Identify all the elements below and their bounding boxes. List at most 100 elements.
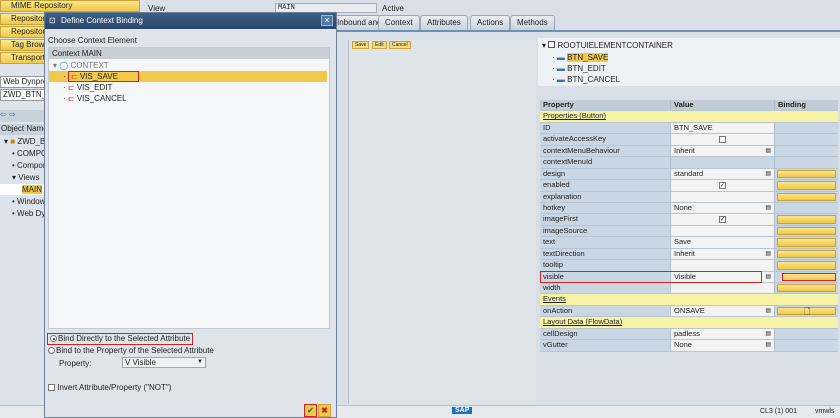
property-value[interactable]: ONSAVE [674, 306, 705, 315]
property-section[interactable]: Properties (Button) [540, 111, 838, 123]
property-value-cell[interactable] [671, 260, 775, 271]
value-help-icon[interactable]: ▤ [765, 169, 771, 180]
value-help-icon[interactable]: ▤ [765, 203, 771, 214]
value-help-icon[interactable]: ▤ [765, 272, 771, 283]
radio-bind-property[interactable]: Bind to the Property of the Selected Att… [48, 346, 214, 356]
mime-repository-button[interactable]: MIME Repository [0, 0, 140, 12]
value-help-icon[interactable]: ▤ [765, 249, 771, 260]
property-binding-cell: 🗋 [775, 305, 838, 317]
cancel-x-button[interactable]: ✖ [318, 404, 331, 417]
property-binding-cell [775, 271, 838, 282]
column-value: Value [671, 100, 775, 111]
property-binding-cell [775, 283, 838, 294]
property-value[interactable]: None [674, 340, 692, 349]
value-help-icon[interactable]: ▤ [765, 306, 771, 317]
tab-methods[interactable]: Methods [510, 15, 555, 30]
binding-button[interactable] [777, 215, 836, 224]
binding-button[interactable] [777, 238, 836, 247]
property-binding-cell [775, 122, 838, 134]
property-value-cell[interactable]: ✓ [671, 214, 775, 225]
dialog-icon: ⊡ [49, 16, 56, 25]
property-row: cellDesign padless ▤ [540, 328, 838, 341]
property-row: tooltip [540, 260, 838, 272]
property-row: activateAccessKey [540, 134, 838, 146]
value-help-icon[interactable]: ▤ [765, 329, 771, 340]
value-checkbox[interactable]: ✓ [719, 182, 726, 190]
confirm-check-button[interactable]: ✔ [304, 404, 317, 417]
value-checkbox[interactable]: ✓ [719, 216, 726, 224]
property-value-cell[interactable]: Inherit ▤ [671, 248, 775, 260]
radio-bind-directly[interactable]: Bind Directly to the Selected Attribute [47, 333, 194, 345]
property-value[interactable]: Inherit [674, 146, 695, 155]
column-property: Property [540, 100, 671, 111]
context-attr-vis-save[interactable]: · ⊏ VIS_SAVE [49, 71, 327, 82]
property-value-cell[interactable]: ✓ [671, 180, 775, 191]
property-value-cell[interactable]: None ▤ [671, 340, 775, 351]
binding-button[interactable] [777, 181, 836, 190]
tree-node-views[interactable]: ▾ Views [12, 172, 39, 183]
preview-save-button[interactable]: Save [352, 41, 370, 49]
property-value-cell[interactable]: ONSAVE ▤ [671, 305, 775, 317]
property-value-cell[interactable] [671, 134, 775, 145]
property-name: tooltip [540, 260, 671, 271]
tab-context[interactable]: Context [378, 15, 420, 30]
property-value-cell[interactable]: Visible ▤ [671, 271, 775, 283]
tree-node-btn-cancel[interactable]: · ▬ BTN_CANCEL [552, 74, 620, 85]
value-help-icon[interactable]: ▤ [765, 340, 771, 351]
tree-node-btn-save[interactable]: · ▬ BTN_SAVE [552, 52, 609, 63]
preview-edit-button[interactable]: Edit [372, 41, 387, 49]
property-value-cell[interactable] [671, 157, 775, 168]
close-icon[interactable]: ✕ [321, 15, 333, 26]
property-value[interactable]: standard [674, 169, 703, 178]
section-label[interactable]: Properties (Button) [540, 111, 606, 121]
binding-button[interactable] [777, 226, 836, 236]
property-value[interactable]: Save [674, 237, 691, 246]
property-section[interactable]: Layout Data (FlowData) [540, 317, 838, 329]
dialog-title: Define Context Binding [61, 16, 143, 25]
property-section[interactable]: Events [540, 294, 838, 306]
property-value[interactable]: BTN_SAVE [674, 123, 713, 132]
context-attr-vis-edit[interactable]: · ⊏ VIS_EDIT [63, 82, 112, 93]
property-value-cell[interactable]: None ▤ [671, 202, 775, 214]
section-label[interactable]: Layout Data (FlowData) [540, 317, 622, 327]
binding-button[interactable] [782, 272, 836, 281]
property-row: hotkey None ▤ [540, 202, 838, 215]
tab-actions[interactable]: Actions [470, 15, 511, 30]
property-value-cell[interactable]: padless ▤ [671, 328, 775, 340]
property-table: Property Value Binding Properties (Butto… [540, 100, 838, 352]
tab-attributes[interactable]: Attributes [420, 15, 468, 30]
property-value-cell[interactable]: BTN_SAVE [671, 122, 775, 134]
context-root-node[interactable]: ▾ ◯ CONTEXT [53, 60, 109, 71]
section-label[interactable]: Events [540, 294, 566, 304]
property-name: ID [540, 122, 671, 134]
binding-button[interactable] [777, 192, 836, 201]
property-value[interactable]: None [674, 203, 692, 212]
property-value[interactable]: Inherit [674, 249, 695, 258]
property-name: contextMenuBehaviour [540, 145, 671, 157]
binding-button[interactable] [777, 261, 836, 270]
property-value-cell[interactable] [671, 225, 775, 237]
property-name: cellDesign [540, 328, 671, 340]
property-value[interactable]: Visible [674, 272, 696, 281]
property-name: explanation [540, 191, 671, 202]
property-row: textDirection Inherit ▤ [540, 248, 838, 261]
value-checkbox[interactable] [719, 136, 726, 144]
property-value-cell[interactable]: Save [671, 237, 775, 248]
property-select[interactable]: V Visible ▼ [122, 357, 206, 368]
binding-button[interactable] [777, 169, 836, 179]
tree-node-btn-edit[interactable]: · ▬ BTN_EDIT [552, 63, 606, 74]
property-value-cell[interactable] [671, 283, 775, 294]
context-attr-vis-cancel[interactable]: · ⊏ VIS_CANCEL [63, 93, 127, 104]
invert-checkbox[interactable]: Invert Attribute/Property ("NOT") [48, 383, 171, 393]
binding-button[interactable] [777, 249, 836, 259]
property-value-cell[interactable]: Inherit ▤ [671, 145, 775, 157]
binding-button[interactable]: 🗋 [777, 306, 836, 316]
property-value[interactable]: padless [674, 329, 700, 338]
preview-cancel-button[interactable]: Cancel [389, 41, 411, 49]
property-value-cell[interactable] [671, 191, 775, 202]
binding-button[interactable] [777, 284, 836, 293]
tree-node-root[interactable]: ▾ ROOTUIELEMENTCONTAINER [542, 40, 673, 51]
system-info[interactable]: CL3 (1) 001 [760, 408, 797, 415]
value-help-icon[interactable]: ▤ [765, 146, 771, 157]
property-value-cell[interactable]: standard ▤ [671, 168, 775, 180]
